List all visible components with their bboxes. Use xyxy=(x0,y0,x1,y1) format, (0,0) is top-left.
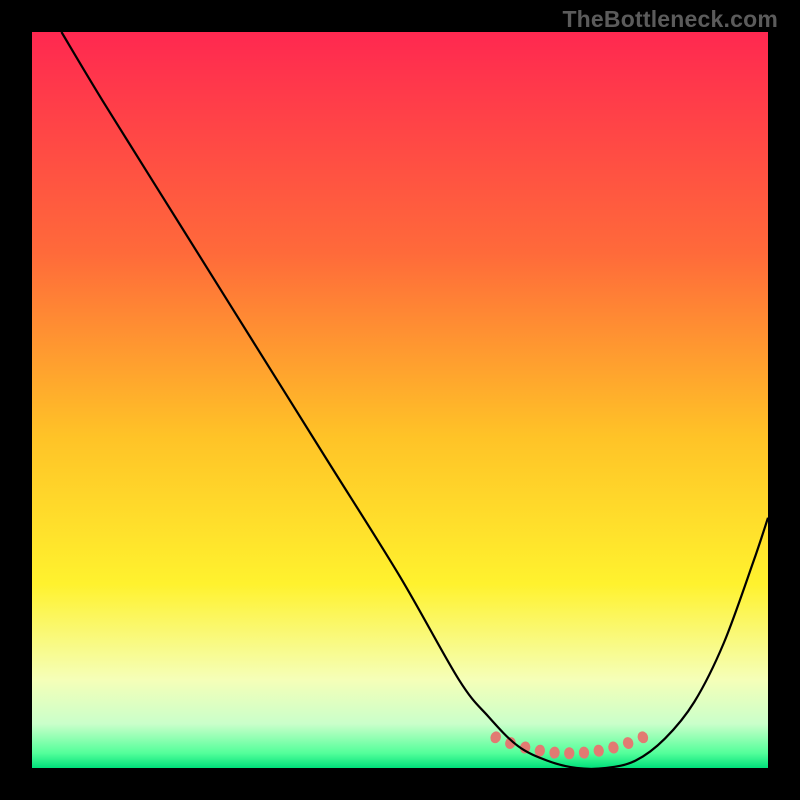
watermark-text: TheBottleneck.com xyxy=(562,6,778,33)
chart-plot-area xyxy=(32,32,768,768)
bottleneck-chart xyxy=(0,0,800,800)
